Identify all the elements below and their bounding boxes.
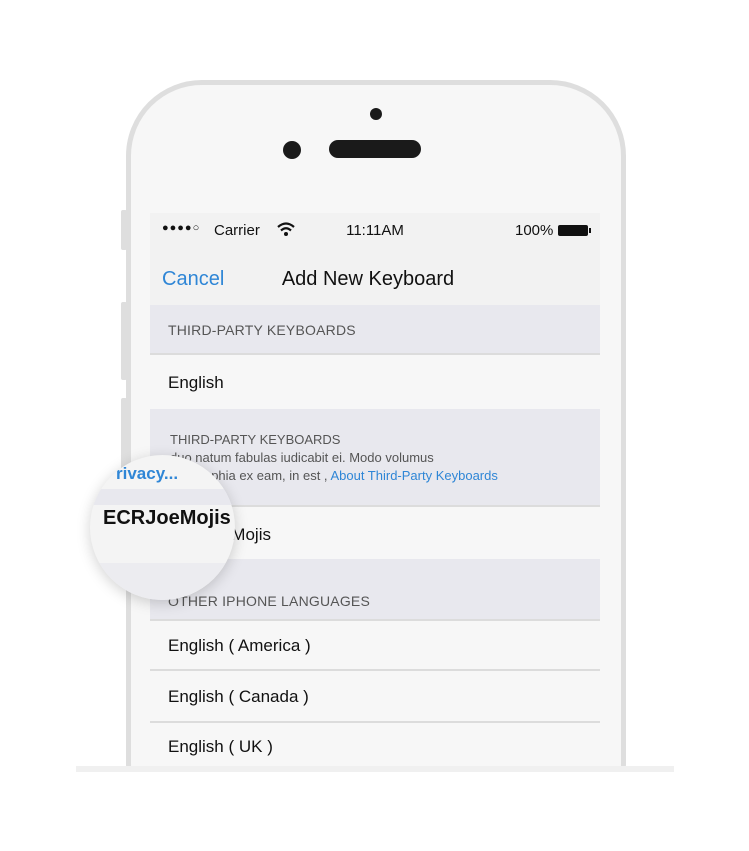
footer-text-line2: philosophia ex eam, in est , About Third… xyxy=(170,468,498,483)
section-header-label: THIRD-PARTY KEYBOARDS xyxy=(168,322,356,338)
speaker-grille xyxy=(329,140,421,158)
camera-icon xyxy=(370,108,382,120)
language-item-english-canada[interactable]: English ( Canada ) xyxy=(150,671,600,723)
language-item-label: English ( America ) xyxy=(168,636,311,655)
magnified-section-band xyxy=(90,489,235,505)
battery-percentage: 100% xyxy=(515,222,554,239)
keyboard-item-english[interactable]: English xyxy=(150,355,600,409)
battery-icon xyxy=(558,225,591,236)
language-item-english-america[interactable]: English ( America ) xyxy=(150,621,600,671)
status-bar: ●●●●○ Carrier 11:11AM 100% xyxy=(150,213,600,249)
footer-title: THIRD-PARTY KEYBOARDS xyxy=(170,432,341,447)
magnified-privacy-link: rivacy... xyxy=(116,464,179,483)
bottom-cover xyxy=(0,772,749,851)
navigation-bar: Cancel Add New Keyboard xyxy=(150,249,600,305)
sensor-icon xyxy=(283,141,301,159)
magnified-section-band-lower xyxy=(90,563,235,600)
keyboard-item-label: English xyxy=(168,373,224,392)
page: ●●●●○ Carrier 11:11AM 100% Cancel Add Ne… xyxy=(0,0,749,851)
magnified-keyboard-name: ECRJoeMojis xyxy=(103,507,231,529)
page-title: Add New Keyboard xyxy=(281,268,455,290)
about-third-party-keyboards-link[interactable]: About Third-Party Keyboards xyxy=(330,468,497,483)
section-header-third-party: THIRD-PARTY KEYBOARDS xyxy=(150,305,600,355)
language-item-label: English ( Canada ) xyxy=(168,687,309,706)
side-button-volume-up xyxy=(121,302,127,380)
magnifier-loupe: rivacy... ECRJoeMojis xyxy=(90,455,235,600)
footer-text-line1: duo natum fabulas iudicabit ei. Modo vol… xyxy=(170,450,434,465)
language-item-label: English ( UK ) xyxy=(168,737,273,756)
side-button-mute xyxy=(121,210,127,250)
